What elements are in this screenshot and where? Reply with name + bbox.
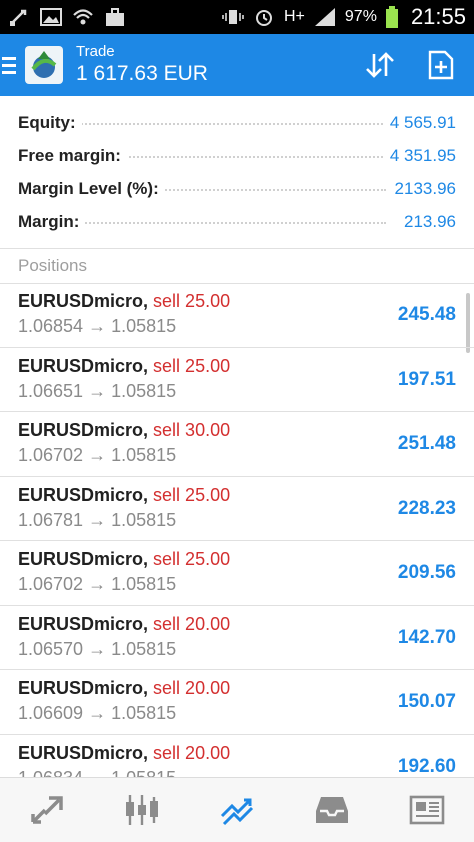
menu-icon[interactable] [2, 56, 20, 74]
margin-value: 213.96 [398, 211, 456, 232]
position-row[interactable]: EURUSDmicro, sell 25.00 1.06651 → 1.0581… [0, 348, 474, 412]
margin-level-label: Margin Level (%): [18, 178, 165, 199]
position-title: EURUSDmicro, sell 25.00 [18, 485, 230, 506]
position-side: sell 20.00 [153, 678, 231, 698]
status-bar: H+ 97% 21:55 [0, 0, 474, 34]
account-summary: Equity: 4 565.91 Free margin: 4 351.95 M… [0, 106, 474, 238]
equity-label: Equity: [18, 112, 82, 133]
signal-icon [314, 8, 335, 26]
quotes-icon [31, 796, 64, 824]
vibrate-icon [222, 10, 244, 24]
position-prices: 1.06651 → 1.05815 [18, 380, 177, 401]
summary-row-free-margin: Free margin: 4 351.95 [0, 139, 474, 172]
image-icon [40, 8, 62, 26]
position-profit: 245.48 [397, 304, 456, 325]
position-title: EURUSDmicro, sell 30.00 [18, 420, 230, 441]
position-side: sell 20.00 [153, 742, 231, 763]
position-symbol: EURUSDmicro, [18, 355, 149, 376]
position-title: EURUSDmicro, sell 20.00 [18, 614, 230, 635]
margin-level-value: 2133.96 [388, 178, 456, 199]
position-side: sell 25.00 [153, 549, 231, 569]
battery-icon [385, 6, 398, 28]
bottom-nav [0, 777, 474, 842]
position-row[interactable]: EURUSDmicro, sell 20.00 1.06834 → 1.0581… [0, 735, 474, 778]
position-title: EURUSDmicro, sell 25.00 [18, 356, 230, 377]
chart-icon [126, 795, 159, 825]
position-side: sell 20.00 [153, 613, 231, 634]
position-profit: 192.60 [397, 755, 456, 777]
position-row[interactable]: EURUSDmicro, sell 20.00 1.06609 → 1.0581… [0, 670, 474, 735]
position-prices: 1.06702 → 1.05815 [18, 574, 177, 594]
position-symbol: EURUSDmicro, [18, 549, 149, 569]
app-logo[interactable] [24, 45, 64, 85]
position-side: sell 30.00 [153, 420, 231, 440]
summary-row-equity: Equity: 4 565.91 [0, 106, 474, 139]
position-prices: 1.06834 → 1.05815 [18, 768, 176, 778]
position-row[interactable]: EURUSDmicro, sell 25.00 1.06781 → 1.0581… [0, 477, 474, 541]
trade-icon [220, 798, 254, 826]
position-side: sell 25.00 [153, 355, 231, 376]
nav-chart[interactable] [112, 785, 172, 835]
wifi-icon [73, 9, 93, 25]
margin-label: Margin: [18, 211, 86, 232]
nav-trade[interactable] [207, 785, 267, 835]
nav-news[interactable] [397, 785, 457, 835]
position-symbol: EURUSDmicro, [18, 678, 149, 698]
new-order-icon[interactable] [428, 50, 454, 80]
free-margin-value: 4 351.95 [383, 145, 456, 166]
position-prices: 1.06609 → 1.05815 [18, 703, 177, 723]
position-profit: 150.07 [397, 691, 456, 712]
position-row[interactable]: EURUSDmicro, sell 20.00 1.06570 → 1.0581… [0, 606, 474, 670]
summary-divider [0, 248, 474, 249]
positions-list[interactable]: EURUSDmicro, sell 25.00 1.06854 → 1.0581… [0, 283, 474, 777]
position-row[interactable]: EURUSDmicro, sell 25.00 1.06702 → 1.0581… [0, 541, 474, 606]
alarm-icon [256, 10, 272, 26]
position-symbol: EURUSDmicro, [18, 742, 149, 763]
position-profit: 209.56 [397, 562, 456, 583]
position-profit: 228.23 [397, 497, 456, 519]
positions-header: Positions [18, 256, 87, 275]
position-side: sell 25.00 [153, 291, 231, 311]
position-row[interactable]: EURUSDmicro, sell 25.00 1.06854 → 1.0581… [0, 283, 474, 348]
history-icon [315, 797, 348, 823]
summary-row-margin-level: Margin Level (%): 2133.96 [0, 172, 474, 205]
app-actions [364, 50, 454, 80]
position-profit: 197.51 [397, 368, 456, 390]
position-title: EURUSDmicro, sell 25.00 [18, 291, 230, 312]
app-bar: Trade 1 617.63 EUR [0, 34, 474, 96]
battery-percent: 97% [344, 8, 377, 25]
position-prices: 1.06570 → 1.05815 [18, 638, 177, 659]
nav-quotes[interactable] [17, 785, 77, 835]
network-type: H+ [284, 8, 305, 25]
position-symbol: EURUSDmicro, [18, 291, 149, 311]
free-margin-label: Free margin: [18, 145, 127, 166]
position-title: EURUSDmicro, sell 25.00 [18, 549, 230, 570]
clock: 21:55 [410, 4, 466, 29]
position-profit: 251.48 [397, 433, 456, 454]
usb-icon [10, 9, 27, 26]
position-symbol: EURUSDmicro, [18, 484, 149, 505]
position-side: sell 25.00 [153, 484, 231, 505]
position-title: EURUSDmicro, sell 20.00 [18, 743, 230, 764]
sort-icon[interactable] [364, 50, 396, 80]
status-left [8, 7, 126, 27]
position-prices: 1.06854 → 1.05815 [18, 316, 177, 336]
status-right: H+ 97% 21:55 [222, 4, 466, 30]
page-title: Trade [76, 43, 115, 60]
position-symbol: EURUSDmicro, [18, 613, 149, 634]
position-symbol: EURUSDmicro, [18, 420, 149, 440]
position-prices: 1.06702 → 1.05815 [18, 445, 177, 465]
position-title: EURUSDmicro, sell 20.00 [18, 678, 230, 699]
nav-history[interactable] [302, 785, 362, 835]
title-block: Trade 1 617.63 EUR [76, 43, 208, 87]
position-prices: 1.06781 → 1.05815 [18, 509, 177, 530]
position-row[interactable]: EURUSDmicro, sell 30.00 1.06702 → 1.0581… [0, 412, 474, 477]
summary-row-margin: Margin: 213.96 [0, 205, 474, 238]
briefcase-icon [106, 8, 124, 26]
news-icon [409, 795, 444, 825]
equity-value: 4 565.91 [383, 112, 456, 133]
account-balance: 1 617.63 EUR [76, 62, 208, 85]
position-profit: 142.70 [397, 626, 456, 648]
